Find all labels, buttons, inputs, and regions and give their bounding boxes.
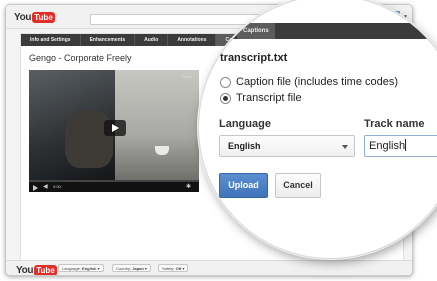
screenshot: You Tube gengo ▼ Info and Settings Enhan… [0, 0, 437, 281]
footer-safety-label: Safety: [162, 266, 175, 271]
transcript-file-radio[interactable] [220, 92, 231, 104]
footer-country-value: Japan [132, 266, 144, 271]
video-player[interactable]: Share ◀ 0:00 ✱ [29, 70, 199, 192]
video-title: Gengo - Corporate Freely [29, 53, 132, 63]
footer-language-label: Language: [62, 266, 81, 271]
footer-language-button[interactable]: Language: English ▾ [58, 264, 104, 272]
volume-icon[interactable]: ◀ [43, 183, 48, 190]
logo-tube-text: Tube [32, 11, 55, 23]
file-name: transcript.txt [220, 52, 288, 64]
chevron-down-icon [342, 145, 348, 149]
share-link[interactable]: Share [182, 74, 193, 79]
language-select[interactable]: English [219, 135, 355, 157]
time-display: 0:00 [53, 184, 61, 189]
caption-file-label: Caption file (includes time codes) [236, 76, 399, 88]
text-cursor [405, 139, 407, 151]
language-label: Language [219, 118, 271, 130]
tab-audio[interactable]: Audio [135, 34, 169, 46]
video-frame-right [115, 70, 199, 180]
option-transcript-file[interactable]: Transcript file [220, 92, 302, 104]
logo-you-text: You [14, 11, 32, 23]
transcript-file-label: Transcript file [236, 92, 302, 104]
player-controls: ◀ 0:00 ✱ [29, 180, 199, 192]
track-name-value: English [369, 140, 406, 152]
track-name-input[interactable]: English [364, 135, 437, 157]
footer-country-button[interactable]: Country: Japan ▾ [112, 264, 151, 272]
footer-logo-you-text: You [16, 264, 34, 276]
control-play-icon[interactable] [33, 185, 38, 191]
video-scene-figure [65, 110, 113, 168]
cancel-button[interactable]: Cancel [275, 173, 321, 198]
upload-button[interactable]: Upload [219, 173, 268, 198]
tab-info-settings[interactable]: Info and Settings [21, 34, 81, 46]
footer-language-value: English [82, 266, 97, 271]
footer-logo-tube-text: Tube [34, 264, 57, 275]
gear-icon[interactable]: ✱ [186, 183, 191, 190]
youtube-logo[interactable]: You Tube [14, 11, 55, 23]
option-caption-file[interactable]: Caption file (includes time codes) [220, 76, 398, 88]
language-select-value: English [228, 141, 261, 151]
play-button[interactable] [104, 120, 126, 136]
footer-youtube-logo[interactable]: You Tube [16, 264, 57, 276]
caption-file-radio[interactable] [220, 76, 231, 88]
progress-bar[interactable] [29, 180, 199, 182]
track-name-label: Track name [364, 118, 425, 130]
tab-enhancements[interactable]: Enhancements [81, 34, 136, 46]
footer-safety-value: Off [175, 266, 182, 271]
play-icon [112, 124, 119, 132]
page-footer: You Tube Language: English ▾ Country: Ja… [6, 260, 412, 275]
magnified-tab-captions[interactable]: Captions [237, 23, 275, 39]
footer-safety-button[interactable]: Safety: Off ▾ [158, 264, 189, 272]
footer-country-label: Country: [116, 266, 132, 271]
magnified-tab-bar: Captions [199, 23, 437, 39]
